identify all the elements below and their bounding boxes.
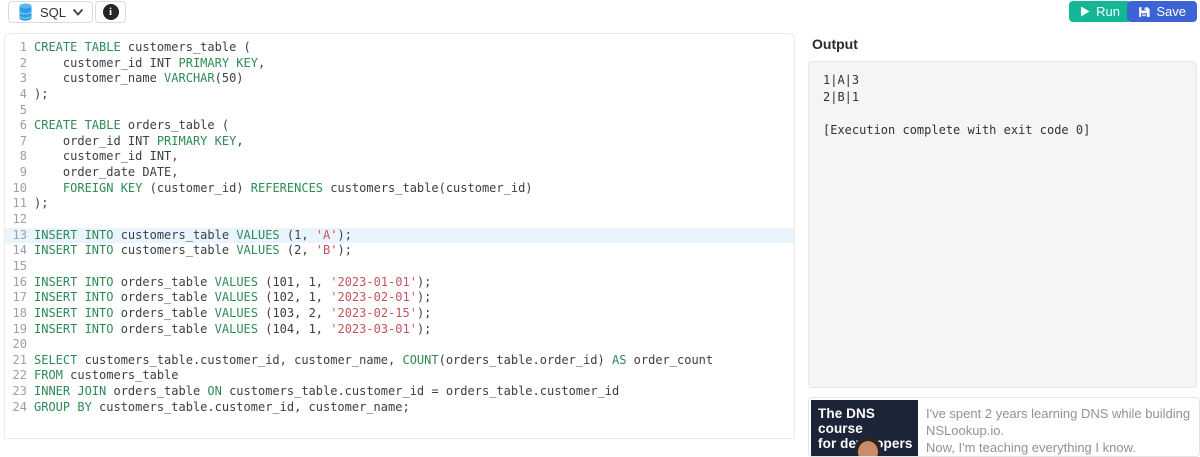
code-line[interactable]: 7 order_id INT PRIMARY KEY, (5, 134, 794, 150)
line-number: 17 (12, 290, 27, 305)
line-number: 11 (12, 196, 27, 211)
code-line[interactable]: 14 INSERT INTO customers_table VALUES (2,… (5, 243, 794, 259)
line-number: 19 (12, 321, 27, 336)
code-text: INSERT INTO orders_table VALUES (101, 1,… (34, 274, 432, 289)
person-face (858, 441, 878, 456)
code-text: INSERT INTO customers_table VALUES (2, '… (34, 243, 352, 258)
code-text: customer_id INT, (34, 149, 179, 164)
line-number: 16 (12, 274, 27, 289)
code-lines: 1 CREATE TABLE customers_table ( 2 custome… (5, 40, 794, 415)
code-line[interactable]: 4); (5, 87, 794, 103)
code-line[interactable]: 20 (5, 337, 794, 353)
toolbar: SQL i Run Save (0, 0, 1200, 28)
line-number: 18 (12, 305, 27, 320)
line-number: 20 (12, 337, 27, 352)
line-number: 7 (19, 133, 27, 148)
code-line[interactable]: 16 INSERT INTO orders_table VALUES (101, … (5, 275, 794, 291)
line-number: 6 (19, 118, 27, 133)
output-panel: Output 1|A|3 2|B|1 [Execution complete w… (808, 33, 1200, 388)
code-text: FROM customers_table (34, 368, 179, 383)
code-text: INNER JOIN orders_table ON customers_tab… (34, 384, 620, 399)
line-number: 2 (19, 55, 27, 70)
language-selector[interactable]: SQL (8, 1, 94, 23)
chevron-down-icon (73, 8, 83, 16)
code-line[interactable]: 8 customer_id INT, (5, 149, 794, 165)
line-number: 23 (12, 384, 27, 399)
code-text: order_date DATE, (34, 165, 179, 180)
code-line[interactable]: 6 CREATE TABLE orders_table ( (5, 118, 794, 134)
line-number: 1 (19, 40, 27, 54)
code-line[interactable]: 2 customer_id INT PRIMARY KEY, (5, 56, 794, 72)
output-console[interactable]: 1|A|3 2|B|1 [Execution complete with exi… (808, 61, 1197, 388)
code-line[interactable]: 18 INSERT INTO orders_table VALUES (103, … (5, 306, 794, 322)
code-line[interactable]: 17 INSERT INTO orders_table VALUES (102, … (5, 290, 794, 306)
code-line[interactable]: 5 (5, 103, 794, 119)
output-console-text: 1|A|3 2|B|1 [Execution complete with exi… (823, 73, 1091, 137)
code-text: GROUP BY customers_table.customer_id, cu… (34, 399, 410, 414)
language-selector-label: SQL (40, 4, 67, 20)
code-line[interactable]: 24 GROUP BY customers_table.customer_id, … (5, 400, 794, 416)
code-line[interactable]: 12 (5, 212, 794, 228)
line-number: 12 (12, 212, 27, 227)
code-line[interactable]: 11); (5, 196, 794, 212)
code-text: ); (34, 86, 49, 101)
database-icon (18, 3, 33, 21)
code-text: INSERT INTO orders_table VALUES (102, 1,… (34, 290, 432, 305)
ad-banner[interactable]: The DNS course for developers I've spent… (808, 397, 1200, 457)
code-line[interactable]: 23 INNER JOIN orders_table ON customers_t… (5, 384, 794, 400)
line-number: 15 (12, 258, 27, 273)
line-number: 14 (12, 243, 27, 258)
save-button[interactable]: Save (1127, 1, 1197, 22)
ad-image[interactable]: The DNS course for developers (811, 400, 918, 456)
code-line[interactable]: 1 CREATE TABLE customers_table ( (5, 40, 794, 56)
code-text: SELECT customers_table.customer_id, cust… (34, 352, 714, 367)
info-button[interactable]: i (95, 1, 126, 23)
line-number: 5 (19, 102, 27, 117)
code-text: CREATE TABLE customers_table ( (34, 40, 251, 54)
line-number: 24 (12, 399, 27, 414)
line-number: 21 (12, 352, 27, 367)
line-number: 8 (19, 149, 27, 164)
code-line[interactable]: 21 SELECT customers_table.customer_id, cu… (5, 353, 794, 369)
code-text: INSERT INTO customers_table VALUES (1, '… (34, 227, 352, 242)
code-text: INSERT INTO orders_table VALUES (104, 1,… (34, 321, 432, 336)
line-number: 22 (12, 368, 27, 383)
code-text: INSERT INTO orders_table VALUES (103, 2,… (34, 305, 432, 320)
sql-code-editor[interactable]: 1 CREATE TABLE customers_table ( 2 custome… (4, 33, 795, 439)
line-number: 9 (19, 165, 27, 180)
line-number: 10 (12, 180, 27, 195)
line-number: 3 (19, 71, 27, 86)
code-line[interactable]: 22 FROM customers_table (5, 368, 794, 384)
code-text: order_id INT PRIMARY KEY, (34, 133, 244, 148)
save-icon (1138, 6, 1150, 18)
code-line[interactable]: 15 (5, 259, 794, 275)
save-button-label: Save (1156, 4, 1186, 19)
code-line[interactable]: 10 FOREIGN KEY (customer_id) REFERENCES … (5, 181, 794, 197)
line-number: 4 (19, 86, 27, 101)
run-button-label: Run (1096, 4, 1120, 19)
code-text: ); (34, 196, 49, 211)
code-text: CREATE TABLE orders_table ( (34, 118, 230, 133)
run-button[interactable]: Run (1069, 1, 1131, 22)
code-line[interactable]: 19 INSERT INTO orders_table VALUES (104, … (5, 322, 794, 338)
code-text: FOREIGN KEY (customer_id) REFERENCES cus… (62, 180, 533, 195)
code-line[interactable]: 9 order_date DATE, (5, 165, 794, 181)
code-line[interactable]: 13 INSERT INTO customers_table VALUES (1,… (5, 227, 794, 244)
output-panel-title: Output (812, 36, 858, 52)
code-line[interactable]: 3 customer_name VARCHAR(50) (5, 71, 794, 87)
line-number: 13 (12, 227, 27, 242)
code-text: customer_id INT PRIMARY KEY, (34, 55, 266, 70)
code-text: customer_name VARCHAR(50) (34, 71, 244, 86)
play-icon (1080, 6, 1090, 17)
info-icon: i (102, 4, 119, 20)
ad-description: I've spent 2 years learning DNS while bu… (926, 406, 1191, 455)
